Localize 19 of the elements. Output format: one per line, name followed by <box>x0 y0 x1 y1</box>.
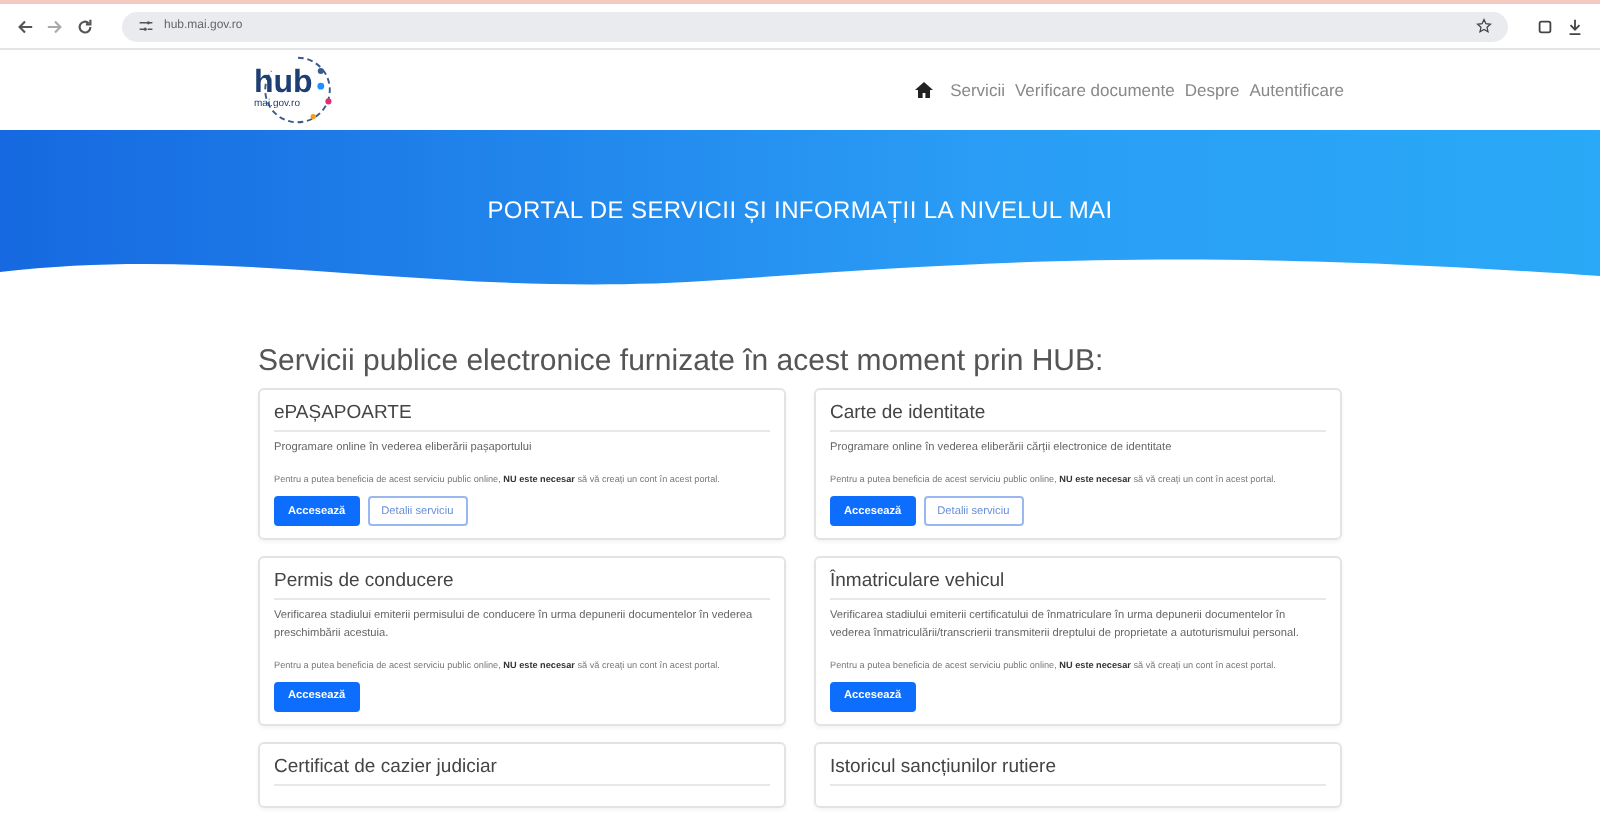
download-icon[interactable] <box>1566 17 1584 35</box>
bookmark-star-icon[interactable] <box>1476 18 1492 34</box>
hero-title: PORTAL DE SERVICII ȘI INFORMAȚII LA NIVELUL MAI <box>487 195 1113 223</box>
card-title: Carte de identitate <box>830 402 1326 432</box>
reload-icon[interactable] <box>76 17 94 35</box>
card-title: ePAȘAPOARTE <box>274 402 770 432</box>
home-icon[interactable] <box>914 80 935 100</box>
nav-link[interactable]: Autentificare <box>1249 80 1344 100</box>
extensions-icon[interactable] <box>1536 17 1554 35</box>
section-heading: Servicii publice electronice furnizate în acest moment prin HUB: <box>258 344 1106 378</box>
card-title: Înmatriculare vehicul <box>830 570 1326 601</box>
nav-link[interactable]: Verificare documente <box>1014 80 1175 100</box>
site-settings-icon[interactable] <box>138 18 154 34</box>
nav-link[interactable]: Despre <box>1184 80 1240 100</box>
card-title: Permis de conducere <box>274 570 770 601</box>
back-arrow-icon[interactable] <box>16 17 34 35</box>
card-title: Certificat de cazier judiciar <box>274 755 770 786</box>
nav-link[interactable]: Servicii <box>950 80 1005 100</box>
card-title: Istoricul sancțiunilor rutiere <box>830 755 1326 786</box>
